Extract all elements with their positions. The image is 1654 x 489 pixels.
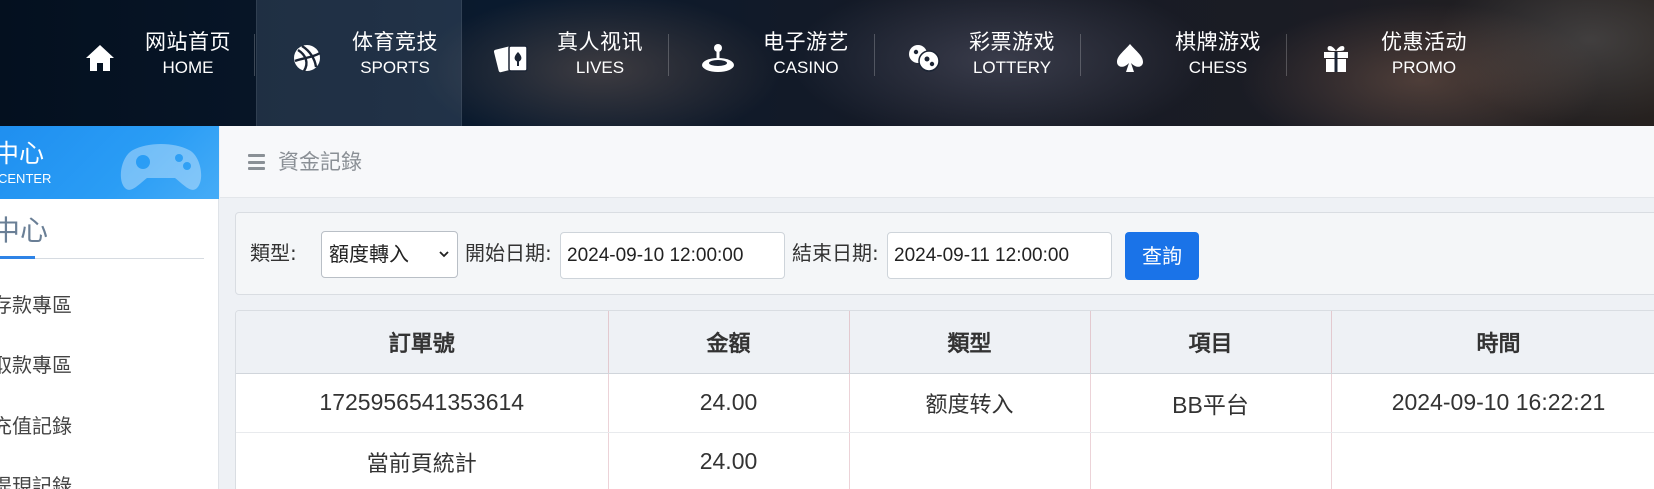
cards-icon [492,38,532,78]
spade-icon [1110,38,1150,78]
gift-icon [1316,38,1356,78]
home-icon [80,38,120,78]
nav-divider [254,34,255,76]
cell-summary-label: 當前頁統計 [236,432,609,489]
ball-icon [287,38,327,78]
nav-label-en: LOTTERY [972,58,1052,77]
chevron-down-icon [439,251,449,258]
cell-item: BB平台 [1090,373,1332,433]
nav-item-casino[interactable]: 电子游艺 CASINO [668,0,874,126]
menu-icon[interactable] [248,154,265,170]
nav-item-promo[interactable]: 优惠活动 PROMO [1286,0,1492,126]
sidebar-subtitle: CENTER [0,171,52,186]
nav-label-zh: 棋牌游戏 [1175,30,1261,54]
nav-label-zh: 优惠活动 [1381,30,1467,54]
cell-summary-empty [1331,432,1654,489]
type-select[interactable]: 額度轉入 [321,231,458,278]
sidebar-tab[interactable]: 中心 [0,214,48,248]
sidebar-item-deposit[interactable]: 存款專區 [0,292,72,318]
start-date-input[interactable]: 2024-09-10 12:00:00 [560,232,785,279]
nav-item-lives[interactable]: 真人视讯 LIVES [462,0,668,126]
top-navigation: 网站首页 HOME 体育竞技 SPORTS 真人视讯 LIVES 电子游艺 CA… [0,0,1654,126]
column-header-amount: 金額 [608,311,850,374]
column-header-item: 項目 [1090,311,1332,374]
table-summary-row: 當前頁統計 24.00 [236,432,1654,489]
sidebar-item-withdraw-records[interactable]: 提現記錄 [0,473,72,489]
nav-label-en: CHESS [1188,58,1248,77]
nav-label-zh: 体育竞技 [352,30,438,54]
type-select-value: 額度轉入 [329,242,409,266]
nav-label-zh: 彩票游戏 [969,30,1055,54]
type-label: 類型: [250,241,297,265]
gamepad-icon [120,144,202,190]
joystick-icon [698,38,738,78]
column-header-time: 時間 [1331,311,1654,374]
nav-label-zh: 网站首页 [145,30,231,54]
nav-item-home[interactable]: 网站首页 HOME [50,0,256,126]
sidebar-item-withdraw[interactable]: 取款專區 [0,352,72,378]
cell-time: 2024-09-10 16:22:21 [1331,373,1654,433]
nav-label-zh: 电子游艺 [763,30,849,54]
table-row: 1725956541353614 24.00 额度转入 BB平台 2024-09… [236,373,1654,433]
start-date-label: 開始日期: [465,241,552,265]
cell-type: 额度转入 [849,373,1091,433]
filter-panel: 類型: 額度轉入 開始日期: 2024-09-10 12:00:00 結束日期:… [235,212,1654,295]
sidebar-item-recharge-records[interactable]: 充值記錄 [0,413,72,439]
sidebar: 中心 CENTER 中心 存款專區 取款專區 充值記錄 提現記錄 [0,126,219,489]
sidebar-tab-indicator [0,256,35,259]
table-header-row: 訂單號 金額 類型 項目 時間 [236,311,1654,374]
column-header-order-no: 訂單號 [236,311,609,374]
cell-amount: 24.00 [608,373,850,433]
query-button[interactable]: 查詢 [1125,232,1199,280]
column-header-type: 類型 [849,311,1091,374]
cell-order-no: 1725956541353614 [236,373,609,433]
end-date-input[interactable]: 2024-09-11 12:00:00 [887,232,1112,279]
content-header: 資金記錄 [220,126,1654,198]
nav-item-lottery[interactable]: 彩票游戏 LOTTERY [874,0,1080,126]
nav-item-chess[interactable]: 棋牌游戏 CHESS [1080,0,1286,126]
cell-summary-amount: 24.00 [608,432,850,489]
page-title: 資金記錄 [278,150,362,174]
records-table: 訂單號 金額 類型 項目 時間 1725956541353614 24.00 额… [235,310,1654,489]
nav-label-en: SPORTS [360,58,430,77]
cell-summary-empty [1090,432,1332,489]
sidebar-title: 中心 [0,139,45,168]
sidebar-header: 中心 CENTER [0,126,219,199]
nav-label-zh: 真人视讯 [557,30,643,54]
nav-item-sports[interactable]: 体育竞技 SPORTS [256,0,462,126]
lottery-balls-icon [904,38,944,78]
nav-label-en: LIVES [575,58,625,77]
nav-label-en: PROMO [1391,58,1457,77]
nav-label-en: HOME [162,58,214,77]
nav-label-en: CASINO [773,58,839,77]
cell-summary-empty [849,432,1091,489]
end-date-label: 結束日期: [792,241,879,265]
